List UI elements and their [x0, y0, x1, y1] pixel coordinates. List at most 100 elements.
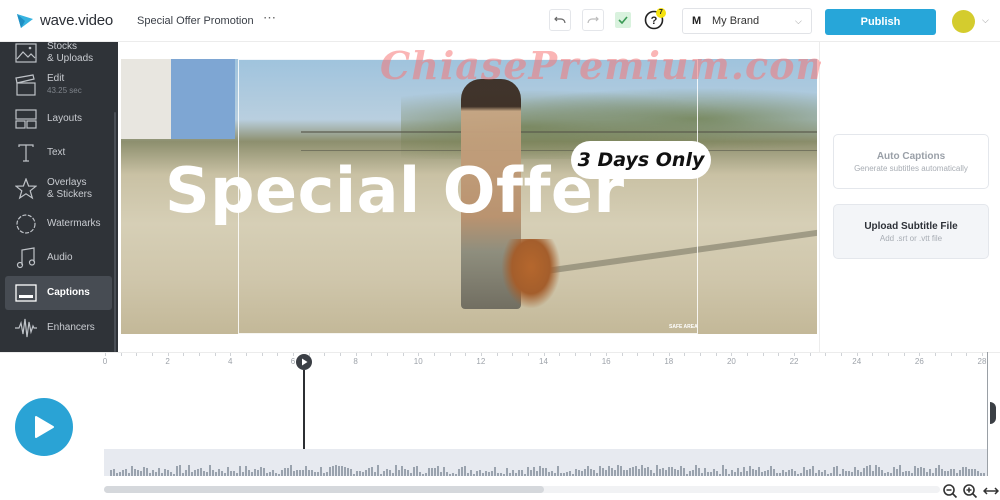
timeline-tick-label: 26: [914, 357, 924, 366]
publish-button[interactable]: Publish: [825, 9, 936, 35]
waveform-bar: [461, 467, 463, 476]
timeline-tick-label: 24: [852, 357, 862, 366]
audio-waveform-track[interactable]: [104, 449, 987, 476]
sidebar-item-layouts[interactable]: Layouts: [5, 102, 112, 136]
sidebar-item-enhancers[interactable]: Enhancers: [5, 311, 112, 345]
waveform-bar: [788, 470, 790, 476]
sidebar-item-edit[interactable]: Edit 43.25 sec: [5, 68, 112, 102]
waveform-bar: [155, 472, 157, 476]
waveform-bar: [170, 472, 172, 476]
timeline-tick: [982, 353, 983, 356]
waveform-bar: [437, 466, 439, 476]
waveform-bar: [125, 469, 127, 476]
sidebar-item-captions[interactable]: Captions: [5, 276, 112, 310]
video-preview[interactable]: Special Offer 3 Days Only SAFE AREA: [121, 59, 817, 334]
music-note-icon: [11, 246, 41, 270]
waveform-bar: [815, 473, 817, 476]
sidebar-item-text[interactable]: Text: [5, 136, 112, 170]
waveform-bar: [668, 467, 670, 476]
waveform-bar: [479, 470, 481, 476]
timeline-tick: [919, 353, 921, 356]
sidebar-item-watermarks[interactable]: Watermarks: [5, 207, 112, 241]
notification-badge: 7: [656, 8, 666, 18]
scene-building: [171, 59, 235, 139]
timeline-scrollbar-thumb[interactable]: [104, 486, 544, 493]
play-button[interactable]: [15, 398, 73, 456]
waveform-bar: [179, 465, 181, 476]
waveform-bar: [326, 472, 328, 476]
more-options-button[interactable]: ⋯: [263, 10, 277, 26]
logo[interactable]: wave.video: [16, 12, 113, 29]
waveform-bar: [113, 469, 115, 476]
waveform-bar: [938, 465, 940, 476]
timeline-tick: [449, 353, 451, 356]
waveform-bar: [149, 473, 151, 476]
timeline-tick: [794, 353, 796, 356]
sidebar-item-audio[interactable]: Audio: [5, 241, 112, 275]
sidebar-scrollbar[interactable]: [114, 112, 116, 352]
headline-text-layer[interactable]: Special Offer: [165, 154, 625, 227]
waveform-bar: [761, 472, 763, 476]
waveform-bar: [377, 465, 379, 476]
waveform-bar: [404, 469, 406, 476]
waveform-bar: [581, 471, 583, 476]
chevron-down-icon[interactable]: ⌵: [982, 15, 989, 26]
waveform-bar: [194, 470, 196, 476]
sidebar-item-label: Captions: [47, 287, 90, 298]
zoom-out-icon[interactable]: [942, 483, 958, 499]
waveform-bar: [839, 474, 841, 476]
waveform-bar: [476, 471, 478, 476]
waveform-bar: [263, 468, 265, 476]
waveform-bar: [185, 470, 187, 476]
timeline-tick-label: 0: [102, 357, 108, 366]
auto-captions-button[interactable]: Auto Captions Generate subtitles automat…: [833, 134, 989, 189]
waveform-bar: [764, 471, 766, 476]
sidebar-item-overlays-stickers[interactable]: Overlays & Stickers: [5, 172, 112, 206]
play-icon: [301, 358, 307, 366]
waveform-bar: [146, 468, 148, 476]
waveform-bar: [905, 471, 907, 476]
waveform-bar: [245, 466, 247, 476]
brand-select[interactable]: M My Brand ⌵: [682, 8, 812, 34]
waveform-bar: [278, 474, 280, 476]
timeline-tick: [339, 353, 341, 356]
timeline-ruler[interactable]: 0 2 4 6 8 10 12 14 16 18 20 22 24 26 28: [0, 352, 1000, 370]
fit-to-width-icon[interactable]: [983, 483, 999, 499]
waveform-bar: [260, 467, 262, 476]
timeline-end-handle[interactable]: [990, 402, 996, 424]
upload-subtitle-button[interactable]: Upload Subtitle File Add .srt or .vtt fi…: [833, 204, 989, 259]
timeline-tick: [496, 353, 498, 356]
waveform-bar: [797, 474, 799, 476]
timeline-tick-label: 6: [290, 357, 296, 366]
waveform-bar: [779, 473, 781, 476]
waveform-bar: [854, 467, 856, 476]
waveform-bar: [584, 469, 586, 476]
waveform-bar: [494, 467, 496, 476]
zoom-in-icon[interactable]: [962, 483, 978, 499]
undo-button[interactable]: [549, 9, 571, 31]
waveform-bar: [710, 472, 712, 476]
waveform-bar: [305, 466, 307, 476]
star-icon: [11, 177, 41, 201]
project-title[interactable]: Special Offer Promotion: [137, 15, 254, 27]
waveform-bar: [983, 473, 985, 476]
waveform-bar: [302, 470, 304, 476]
timeline-tick: [747, 353, 749, 356]
waveform-bar: [569, 471, 571, 476]
waveform-bar: [824, 470, 826, 476]
timeline-tick: [903, 353, 905, 356]
redo-button[interactable]: [582, 9, 604, 31]
badge-text-layer[interactable]: 3 Days Only: [571, 141, 711, 179]
timeline-tick: [324, 353, 326, 356]
waveform-bar: [221, 471, 223, 476]
playhead-handle[interactable]: [296, 354, 312, 370]
sidebar-item-stocks-uploads[interactable]: Stocks & Uploads: [5, 42, 112, 70]
waveform-bar: [134, 469, 136, 476]
captions-panel: Auto Captions Generate subtitles automat…: [821, 42, 1000, 352]
waveform-bar: [851, 472, 853, 476]
waveform-bar: [431, 468, 433, 476]
avatar[interactable]: [952, 10, 975, 33]
waveform-bar: [200, 468, 202, 476]
waveform-bar: [956, 473, 958, 476]
timeline-scrollbar[interactable]: [104, 486, 940, 493]
